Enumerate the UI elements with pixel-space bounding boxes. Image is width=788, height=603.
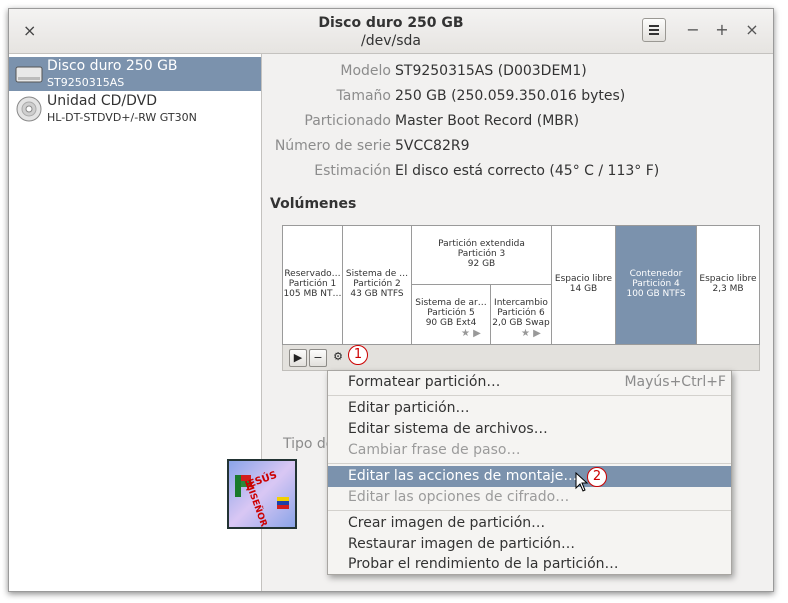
partition-title: Sistema de ar… [415,298,487,308]
menu-item-shortcut: Mayús+Ctrl+F [624,374,726,390]
watermark-logo: JESÚS MISEÑOR [227,459,297,529]
partition-size: 100 GB NTFS [626,289,686,299]
partition-4-container[interactable]: Contenedor Partición 4 100 GB NTFS [616,226,697,344]
menu-item-label: Editar sistema de archivos… [348,421,548,437]
partition-number: Partición 2 [353,279,401,289]
partition-number: Partición 3 [457,249,506,259]
size-value: 250 GB (250.059.350.016 bytes) [395,88,626,104]
partition-size: 2,3 MB [712,284,744,294]
mount-status-icons: ★ ▶ [461,328,481,339]
menu-item-label: Editar las acciones de montaje… [348,468,578,484]
gear-icon[interactable]: ⚙ [329,349,347,367]
minimize-button[interactable]: − [684,20,702,39]
menu-item-edit-mount-options[interactable]: Editar las acciones de montaje… [328,466,731,487]
menu-icon[interactable] [642,18,666,42]
partition-1[interactable]: Reservado… Partición 1 105 MB NT… [283,226,343,344]
assessment-label: Estimación [314,163,391,179]
menu-item-label: Formatear partición… [348,374,501,390]
menu-item-format[interactable]: Formatear partición… Mayús+Ctrl+F [328,372,731,393]
partition-6[interactable]: Intercambio Partición 6 2,0 GB Swap ★ ▶ [491,285,552,344]
menu-item-create-image[interactable]: Crear imagen de partición… [328,513,731,534]
menu-item-label: Cambiar frase de paso… [348,442,521,458]
menu-item-change-passphrase: Cambiar frase de paso… [328,440,731,461]
menu-item-label: Editar las opciones de cifrado… [348,489,570,505]
partition-size: 43 GB NTFS [350,289,404,299]
callout-1: 1 [348,345,368,365]
partition-number: Partición 5 [427,308,475,318]
partitioning-value: Master Boot Record (MBR) [395,113,580,129]
partition-size: 2,0 GB Swap [492,318,550,328]
menu-separator [328,463,731,464]
serial-label: Número de serie [274,138,391,154]
free-space-2mb[interactable]: Espacio libre 2,3 MB [697,226,759,344]
menu-item-restore-image[interactable]: Restaurar imagen de partición… [328,534,731,555]
partition-size: 92 GB [467,259,496,269]
menu-item-edit-filesystem[interactable]: Editar sistema de archivos… [328,419,731,440]
hard-disk-icon [15,66,43,83]
partition-size: 90 GB Ext4 [425,318,477,328]
serial-value: 5VCC82R9 [395,138,470,154]
menu-item-label: Editar partición… [348,400,470,416]
callout-2: 2 [587,467,607,487]
partition-size: 105 MB NT… [283,289,342,299]
partitioning-label: Particionado [304,113,391,129]
model-label: Modelo [340,63,391,79]
size-label: Tamaño [336,88,391,104]
mount-status-icons: ★ ▶ [521,328,541,339]
partition-title: Contenedor [629,269,683,279]
sidebar-item-hard-disk[interactable]: Disco duro 250 GB ST9250315AS [9,57,261,91]
sidebar-item-name: Unidad CD/DVD [47,93,157,109]
partition-options-menu: Formatear partición… Mayús+Ctrl+F Editar… [327,370,732,575]
watermark-graphic: JESÚS MISEÑOR [235,468,289,527]
partition-title: Espacio libre [699,274,757,284]
menu-separator [328,510,731,511]
assessment-value: El disco está correcto (45° C / 113° F) [395,163,660,179]
partition-2[interactable]: Sistema de … Partición 2 43 GB NTFS [343,226,412,344]
partition-title: Intercambio [494,298,548,308]
menu-separator [328,395,731,396]
menu-item-label: Crear imagen de partición… [348,515,546,531]
menu-item-benchmark[interactable]: Probar el rendimiento de la partición… [328,555,731,574]
sidebar-item-model: ST9250315AS [47,76,125,89]
partition-title: Espacio libre [554,274,613,284]
maximize-button[interactable]: + [713,20,731,39]
model-value: ST9250315AS (D003DEM1) [395,63,587,79]
partition-number: Partición 6 [497,308,545,318]
device-sidebar: Disco duro 250 GB ST9250315AS Unidad CD/… [9,54,262,591]
partition-title: Reservado… [284,269,341,279]
partition-5[interactable]: Sistema de ar… Partición 5 90 GB Ext4 ★ … [412,285,491,344]
mount-button[interactable]: ▶ [289,349,307,367]
partition-size: 14 GB [569,284,598,294]
menu-item-label: Restaurar imagen de partición… [348,536,575,552]
volumes-heading: Volúmenes [270,196,357,212]
free-space-14gb[interactable]: Espacio libre 14 GB [552,226,616,344]
sidebar-item-name: Disco duro 250 GB [47,58,178,74]
window-close-button[interactable]: × [743,20,761,39]
menu-item-edit-partition[interactable]: Editar partición… [328,398,731,419]
menu-item-edit-encryption-options: Editar las opciones de cifrado… [328,487,731,508]
sidebar-item-model: HL-DT-STDVD+/-RW GT30N [47,111,197,124]
optical-disc-icon [16,96,42,122]
sidebar-item-cd-dvd[interactable]: Unidad CD/DVD HL-DT-STDVD+/-RW GT30N [9,92,261,126]
delete-partition-button[interactable]: − [309,349,327,367]
partition-number: Partición 4 [632,279,680,289]
partition-number: Partición 1 [288,279,337,289]
title-bar: × Disco duro 250 GB /dev/sda − + × [9,9,773,54]
partition-title: Sistema de … [345,269,409,279]
partition-3-extended[interactable]: Partición extendida Partición 3 92 GB [412,226,552,285]
volumes-map: Reservado… Partición 1 105 MB NT… Sistem… [282,225,760,345]
menu-item-label: Probar el rendimiento de la partición… [348,556,619,572]
partition-title: Partición extendida [438,239,525,249]
